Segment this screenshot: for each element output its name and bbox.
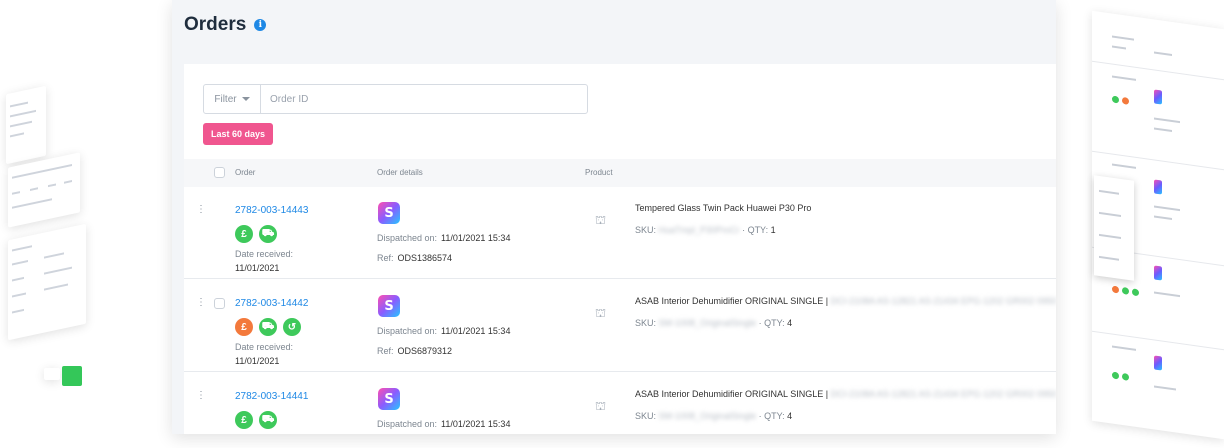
sku-info: SKU: SM-1008_OriginalSingle · QTY: 4 [635,411,793,421]
page-title: Orders [184,14,247,35]
sku-info: SKU: SM-1008_OriginalSingle · QTY: 4 [635,318,793,328]
pound-icon[interactable]: £ [235,225,253,243]
select-all-checkbox[interactable] [214,167,225,178]
reference-value: ODS1386574 [397,253,453,263]
table-row: ⋮ 2782-003-14442 £ ⛟ ↺ Date received: 11… [184,280,1056,372]
page-header: Orders i [184,14,267,36]
column-header-product: Product [585,168,613,177]
status-icons: £ ⛟ [235,225,277,243]
orders-page: Orders i Filter Last 60 days Order Order… [172,0,1056,434]
sku-value: SM-1008_OriginalSingle [658,318,757,328]
filter-bar: Filter [203,84,588,114]
product-name[interactable]: ASAB Interior Dehumidifier ORIGINAL SING… [635,296,1056,306]
channel-logo-icon: S [378,202,400,224]
reference-info: Ref: ODS6879312 [377,346,453,356]
return-icon[interactable]: ↺ [283,318,301,336]
truck-icon[interactable]: ⛟ [259,411,277,429]
order-id-input[interactable] [261,85,587,113]
date-received-value: 11/01/2021 [235,356,280,366]
left-perspective-decoration [0,10,140,430]
dispatched-info: Dispatched on: 11/01/2021 15:34 [377,233,511,243]
dispatched-value: 11/01/2021 15:34 [441,326,511,336]
date-received-value: 11/01/2021 [235,263,280,273]
order-link[interactable]: 2782-003-14442 [235,298,308,309]
table-header: Order Order details Product [184,159,1056,187]
product-name[interactable]: Tempered Glass Twin Pack Huawei P30 Pro [635,203,811,213]
product-image-icon: ⛫ [595,213,607,227]
qty-value: 4 [787,318,793,328]
qty-value: 1 [770,225,776,235]
qty-value: 4 [787,411,793,421]
dispatched-info: Dispatched on: 11/01/2021 15:34 [377,419,511,429]
more-vertical-icon[interactable]: ⋮ [196,205,206,215]
pound-icon[interactable]: £ [235,318,253,336]
sku-value: SM-1008_OriginalSingle [658,411,757,421]
sku-info: SKU: HuaTmpl_P30ProCr · QTY: 1 [635,225,776,235]
truck-icon[interactable]: ⛟ [259,225,277,243]
order-link[interactable]: 2782-003-14443 [235,205,308,216]
more-vertical-icon[interactable]: ⋮ [196,298,206,308]
date-received-label: Date received: [235,342,294,352]
product-name-hidden: DCI-2108A AS-12821 AS-21434 EPG-1202 GR0… [830,389,1056,399]
date-received-label: Date received: [235,249,294,259]
chevron-down-icon [241,97,250,101]
column-header-order-details: Order details [377,168,423,177]
sku-value: HuaTmpl_P30ProCr [658,225,740,235]
product-name[interactable]: ASAB Interior Dehumidifier ORIGINAL SING… [635,389,1056,399]
dispatched-value: 11/01/2021 15:34 [441,419,511,429]
date-range-chip[interactable]: Last 60 days [203,123,274,145]
screenshot-stage: Orders i Filter Last 60 days Order Order… [0,0,1224,448]
reference-value: ODS6879312 [397,346,453,356]
more-vertical-icon[interactable]: ⋮ [196,391,206,401]
channel-logo-icon: S [378,295,400,317]
pound-icon[interactable]: £ [235,411,253,429]
table-row: ⋮ 2782-003-14443 £ ⛟ Date received: 11/0… [184,187,1056,279]
status-icons: £ ⛟ [235,411,277,429]
reference-info: Ref: ODS1386574 [377,253,453,263]
column-header-order: Order [235,168,256,177]
truck-icon[interactable]: ⛟ [259,318,277,336]
orders-panel: Filter Last 60 days Order Order details … [184,64,1056,434]
right-perspective-decoration [1088,10,1224,440]
channel-logo-icon: S [378,388,400,410]
filter-dropdown[interactable]: Filter [204,85,261,113]
status-icons: £ ⛟ ↺ [235,318,301,336]
order-link[interactable]: 2782-003-14441 [235,391,308,402]
product-image-icon: ⛫ [595,306,607,320]
dispatched-info: Dispatched on: 11/01/2021 15:34 [377,326,511,336]
dispatched-value: 11/01/2021 15:34 [441,233,511,243]
row-checkbox[interactable] [214,298,225,309]
product-image-icon: ⛫ [595,399,607,413]
product-name-hidden: DCI-2108A AS-12821 AS-21434 EPG-1202 GR0… [830,296,1056,306]
table-row: ⋮ 2782-003-14441 £ ⛟ S Dispatched on: 11/… [184,373,1056,434]
info-icon[interactable]: i [254,19,267,31]
filter-dropdown-label: Filter [214,93,237,105]
